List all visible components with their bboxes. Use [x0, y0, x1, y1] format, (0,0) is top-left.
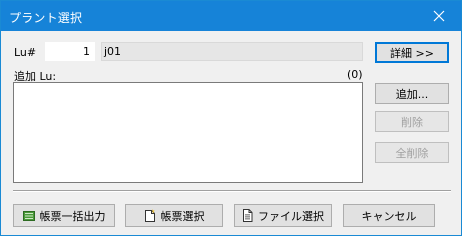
file-select-label: ファイル選択: [258, 209, 324, 223]
lu-name-field: j01: [101, 42, 363, 61]
form-select-button[interactable]: 帳票選択: [125, 204, 223, 227]
delete-all-button[interactable]: 全削除: [375, 142, 449, 163]
form-select-label: 帳票選択: [160, 209, 205, 223]
file-select-button[interactable]: ファイル選択: [234, 204, 332, 227]
lu-listbox[interactable]: [13, 82, 363, 183]
batch-output-button[interactable]: 帳票一括出力: [13, 204, 115, 227]
new-document-icon: [144, 209, 156, 222]
dialog-body: Lu# 1 j01 追加 Lu: (0) 詳細 >> 追加... 削除 全削除 …: [1, 31, 461, 235]
lu-label: Lu#: [14, 46, 37, 59]
add-button[interactable]: 追加...: [375, 83, 449, 104]
book-stack-icon: [22, 210, 35, 222]
document-icon: [242, 209, 253, 222]
close-icon: [433, 10, 445, 22]
lu-number-field[interactable]: 1: [45, 42, 95, 61]
title-bar[interactable]: プラント選択: [1, 1, 461, 31]
close-button[interactable]: [417, 1, 461, 31]
detail-button[interactable]: 詳細 >>: [375, 42, 449, 63]
batch-output-label: 帳票一括出力: [39, 209, 106, 223]
delete-button[interactable]: 削除: [375, 111, 449, 132]
lu-count: (0): [347, 68, 363, 81]
divider: [13, 190, 451, 192]
plant-select-dialog: プラント選択 Lu# 1 j01 追加 Lu: (0) 詳細 >> 追加... …: [0, 0, 462, 236]
window-title: プラント選択: [9, 11, 83, 25]
cancel-button[interactable]: キャンセル: [343, 204, 435, 227]
